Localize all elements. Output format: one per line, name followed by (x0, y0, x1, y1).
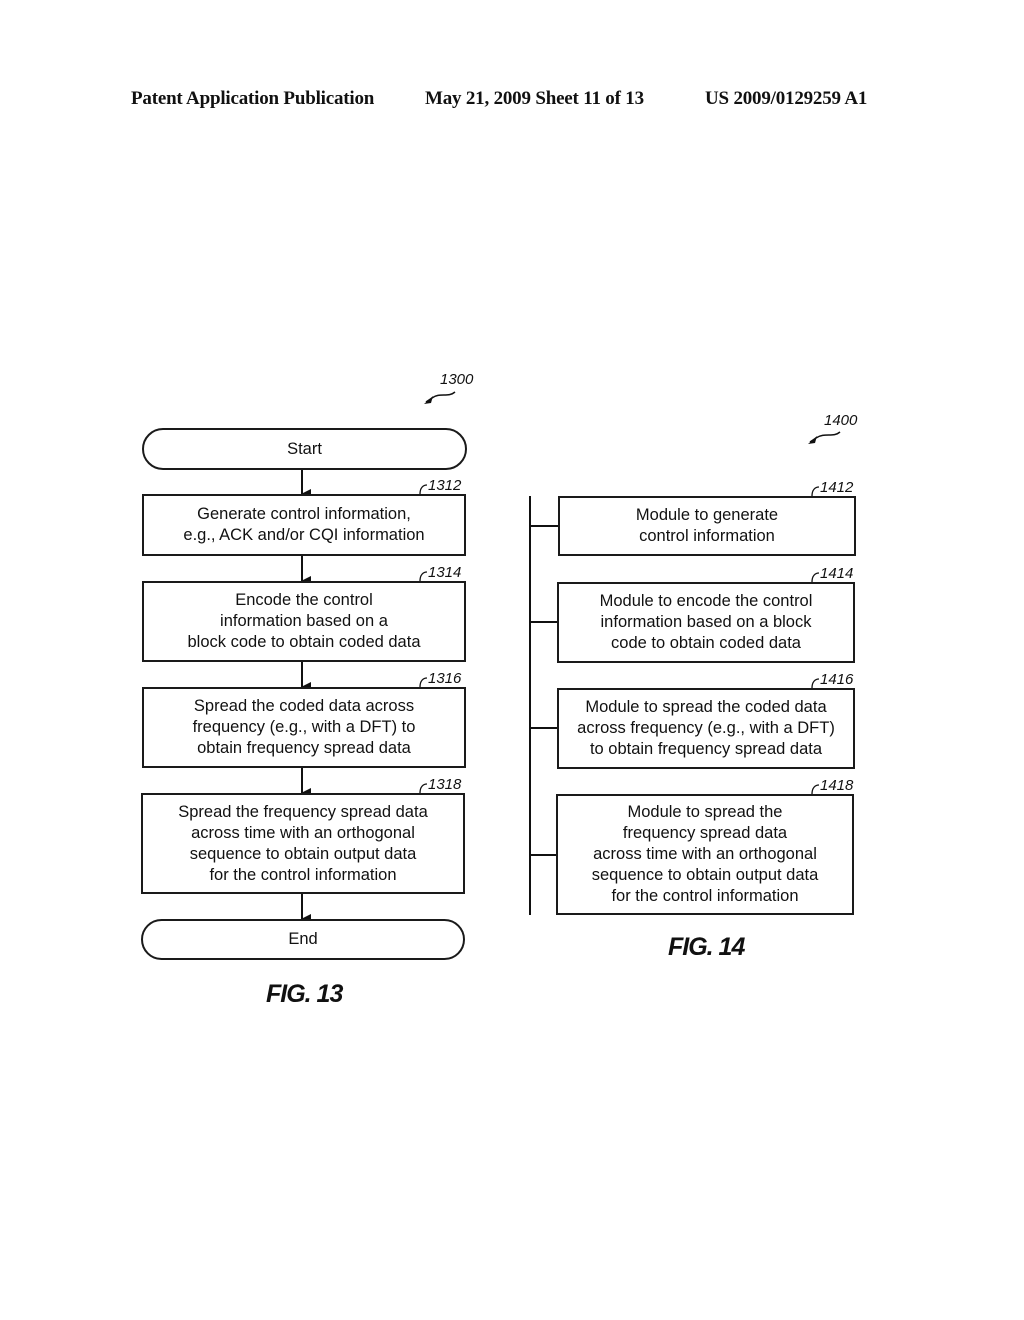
ref-1312: 1312 (428, 477, 462, 494)
step-1312-box: Generate control information, e.g., ACK … (142, 494, 466, 556)
step-1318-box: Spread the frequency spread data across … (141, 793, 465, 894)
module-1416-text: Module to spread the coded data across f… (577, 698, 835, 758)
ref-1414: 1414 (820, 565, 854, 582)
step-1312-text: Generate control information, e.g., ACK … (183, 505, 425, 544)
step-1316-text: Spread the coded data across frequency (… (192, 697, 416, 757)
module-1418-box: Module to spread the frequency spread da… (556, 794, 854, 915)
fig14-caption: FIG. 14 (668, 933, 745, 961)
ref-1318: 1318 (428, 776, 462, 793)
end-terminal: End (141, 919, 465, 960)
ref-1316: 1316 (428, 670, 462, 687)
start-terminal: Start (142, 428, 467, 470)
module-1412-box: Module to generate control information (558, 496, 856, 556)
fig13-caption: FIG. 13 (266, 980, 343, 1008)
step-1318-text: Spread the frequency spread data across … (178, 802, 428, 884)
module-1414-text: Module to encode the control information… (599, 592, 813, 652)
ref-1416: 1416 (820, 671, 854, 688)
step-1316-box: Spread the coded data across frequency (… (142, 687, 466, 768)
ref-1300: 1300 (440, 371, 474, 388)
start-label: Start (287, 439, 322, 458)
module-1414-box: Module to encode the control information… (557, 582, 855, 663)
ref-1314: 1314 (428, 564, 462, 581)
module-1412-text: Module to generate control information (635, 506, 779, 545)
step-1314-box: Encode the control information based on … (142, 581, 466, 662)
end-label: End (288, 930, 318, 948)
ref-1400: 1400 (824, 412, 858, 429)
ref-1300-arrowhead (424, 396, 433, 404)
module-1416-box: Module to spread the coded data across f… (557, 688, 855, 769)
ref-1418: 1418 (820, 777, 854, 794)
ref-1412: 1412 (820, 479, 854, 496)
module-1418-text: Module to spread the frequency spread da… (591, 803, 819, 905)
step-1314-text: Encode the control information based on … (187, 591, 421, 651)
ref-1400-arrowhead (808, 436, 817, 444)
